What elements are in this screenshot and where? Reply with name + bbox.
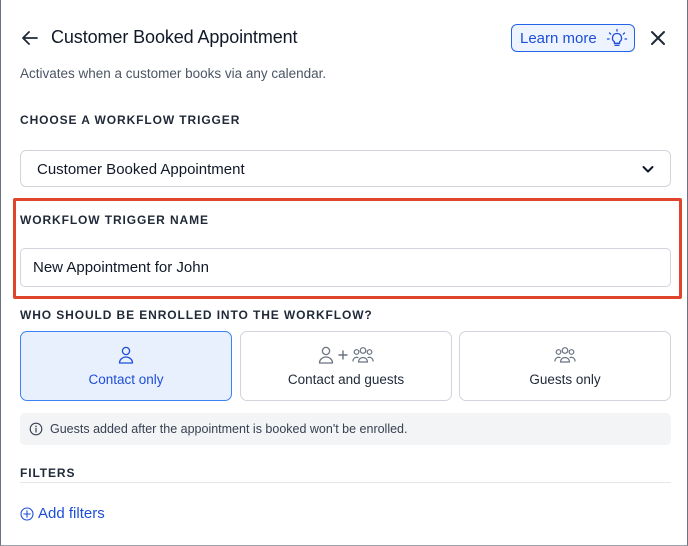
filters-divider [20, 482, 671, 483]
enroll-option-contact-and-guests[interactable]: Contact and guests [240, 331, 452, 401]
panel-header: Customer Booked Appointment Learn more [19, 24, 669, 54]
add-filters-label: Add filters [38, 505, 105, 522]
back-arrow-icon[interactable] [19, 27, 41, 49]
enroll-option-label: Guests only [529, 372, 601, 387]
group-icon [554, 347, 576, 363]
lightbulb-icon [606, 28, 628, 46]
enroll-option-label: Contact only [88, 372, 164, 387]
enrollment-info-note: Guests added after the appointment is bo… [20, 413, 671, 445]
workflow-trigger-select[interactable]: Customer Booked Appointment [20, 150, 671, 187]
trigger-section-label: CHOOSE A WORKFLOW TRIGGER [20, 113, 241, 127]
enroll-option-guests-only[interactable]: Guests only [459, 331, 671, 401]
person-icon [118, 346, 134, 364]
selected-trigger-value: Customer Booked Appointment [37, 161, 245, 178]
close-icon[interactable] [648, 28, 668, 48]
plus-icon [338, 350, 348, 360]
learn-more-label: Learn more [520, 30, 597, 47]
workflow-trigger-panel: Customer Booked Appointment Learn more A… [0, 0, 688, 546]
group-icon [352, 347, 374, 363]
filters-section-label: FILTERS [20, 466, 76, 480]
info-text: Guests added after the appointment is bo… [50, 422, 408, 436]
person-icon [318, 346, 334, 364]
panel-subtitle: Activates when a customer books via any … [20, 66, 327, 81]
page-title: Customer Booked Appointment [51, 27, 298, 47]
chevron-down-icon [642, 166, 654, 173]
enrollment-section-label: WHO SHOULD BE ENROLLED INTO THE WORKFLOW… [20, 308, 373, 322]
trigger-name-section-label: WORKFLOW TRIGGER NAME [20, 213, 209, 227]
trigger-name-input[interactable] [20, 248, 671, 287]
enroll-option-contact-only[interactable]: Contact only [20, 331, 232, 401]
plus-circle-icon [20, 507, 34, 521]
learn-more-button[interactable]: Learn more [511, 24, 635, 52]
info-icon [29, 422, 43, 436]
enroll-option-label: Contact and guests [287, 372, 405, 387]
